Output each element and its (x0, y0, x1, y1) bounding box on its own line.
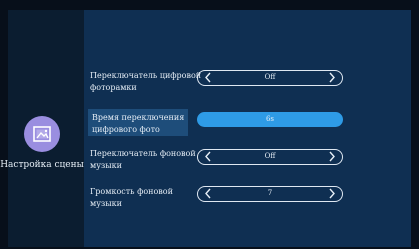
chevron-left-icon[interactable] (201, 150, 215, 163)
setting-label: Громкость фоновой музыки (90, 187, 173, 208)
chevron-right-icon[interactable] (325, 187, 339, 200)
photo-interval-selector[interactable]: 6s (197, 112, 343, 127)
chevron-right-icon[interactable] (325, 71, 339, 84)
sidebar-label: Настройка сцены (0, 160, 84, 170)
photo-frame-toggle[interactable]: Off (197, 70, 343, 86)
chevron-left-icon[interactable] (201, 71, 215, 84)
music-volume-selector[interactable]: 7 (197, 186, 343, 202)
setting-label: Переключатель фоновой музыки (90, 149, 196, 170)
settings-panel: Переключатель цифровой фоторамки Off Вре… (84, 10, 411, 247)
setting-row-music-volume[interactable]: Громкость фоновой музыки 7 (84, 186, 411, 220)
setting-row-photo-interval[interactable]: Время переключения цифрового фото 6s (84, 109, 411, 146)
setting-value: 6s (265, 115, 275, 123)
setting-value: Off (264, 73, 276, 81)
music-toggle[interactable]: Off (197, 149, 343, 165)
setting-row-music-toggle[interactable]: Переключатель фоновой музыки Off (84, 148, 411, 182)
image-icon[interactable] (24, 116, 60, 152)
setting-row-photo-frame[interactable]: Переключатель цифровой фоторамки Off (84, 70, 411, 104)
setting-value: 7 (267, 189, 273, 197)
chevron-right-icon[interactable] (325, 150, 339, 163)
chevron-left-icon[interactable] (201, 187, 215, 200)
setting-label: Переключатель цифровой фоторамки (90, 71, 202, 92)
setting-value: Off (264, 152, 276, 160)
setting-label: Время переключения цифрового фото (92, 113, 185, 134)
